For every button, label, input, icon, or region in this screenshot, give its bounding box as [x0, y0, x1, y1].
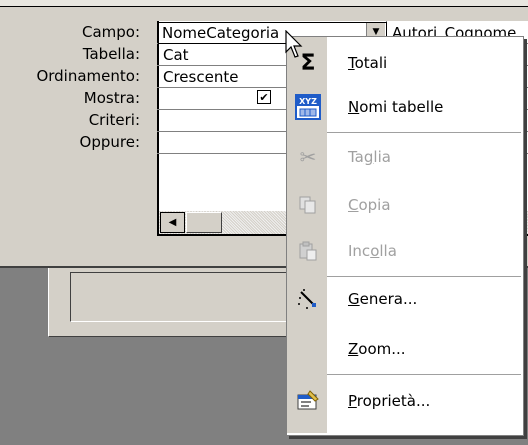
- table-names-icon: XYZ: [288, 90, 328, 124]
- checkmark-icon: ✔: [259, 90, 269, 104]
- row-label-ordinamento: Ordinamento:: [36, 67, 140, 85]
- mouse-pointer-icon: [285, 30, 303, 58]
- arrow-left-icon: ◀: [168, 217, 177, 228]
- menu-item-totali[interactable]: Σ Totali: [288, 46, 521, 80]
- campo-value-1: NomeCategoria: [162, 24, 280, 42]
- menu-separator: [327, 374, 521, 375]
- mostra-checkbox-1[interactable]: ✔: [257, 90, 271, 104]
- menu-item-copia[interactable]: Copia: [288, 188, 521, 222]
- properties-icon: [288, 384, 328, 418]
- menu-item-nomi-tabelle[interactable]: XYZ Nomi tabelle: [288, 90, 521, 124]
- menu-label-totali: Totali: [348, 54, 388, 72]
- menu-label-taglia: Taglia: [348, 148, 391, 166]
- panel-top-strip: [0, 0, 528, 7]
- scroll-thumb[interactable]: [186, 212, 222, 233]
- row-label-mostra: Mostra:: [83, 89, 140, 107]
- magic-wand-icon: [288, 282, 328, 316]
- tabella-value-1[interactable]: Cat: [163, 45, 189, 65]
- menu-separator: [327, 276, 521, 277]
- menu-label-proprieta: Proprietà...: [348, 392, 431, 410]
- row-label-tabella: Tabella:: [82, 45, 140, 63]
- menu-item-proprieta[interactable]: Proprietà...: [288, 384, 521, 418]
- scissors-icon: ✂: [299, 145, 317, 169]
- row-label-oppure: Oppure:: [79, 133, 140, 151]
- menu-item-incolla[interactable]: Incolla: [288, 234, 521, 268]
- menu-label-zoom: Zoom...: [348, 340, 406, 358]
- paste-icon: [288, 234, 328, 268]
- lower-window-inner: [70, 272, 292, 322]
- menu-label-genera: Genera...: [348, 290, 418, 308]
- menu-item-genera[interactable]: Genera...: [288, 282, 521, 316]
- svg-text:XYZ: XYZ: [299, 97, 317, 106]
- menu-item-zoom[interactable]: Zoom...: [288, 332, 521, 366]
- menu-item-taglia[interactable]: ✂ Taglia: [288, 140, 521, 174]
- menu-label-copia: Copia: [348, 196, 391, 214]
- row-label-campo: Campo:: [81, 23, 140, 41]
- menu-label-nomi-tabelle: Nomi tabelle: [348, 98, 444, 116]
- menu-separator: [327, 132, 521, 133]
- scroll-left-button[interactable]: ◀: [160, 212, 185, 233]
- row-label-criteri: Criteri:: [88, 111, 140, 129]
- copy-icon: [288, 188, 328, 222]
- ordinamento-value-1[interactable]: Crescente: [163, 67, 238, 87]
- menu-label-incolla: Incolla: [348, 242, 397, 260]
